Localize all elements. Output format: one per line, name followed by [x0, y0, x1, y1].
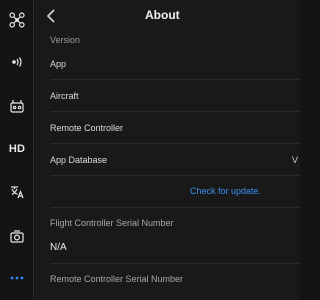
- divider: [50, 263, 300, 264]
- version-row-label: App: [50, 58, 67, 69]
- more-icon[interactable]: [0, 260, 34, 296]
- translate-icon[interactable]: [0, 174, 34, 210]
- flight-controller-serial-value: N/A: [50, 242, 67, 253]
- drone-icon[interactable]: [0, 2, 34, 38]
- remote-controller-icon[interactable]: [0, 88, 34, 124]
- signal-wave-icon[interactable]: [0, 44, 34, 80]
- version-row-label: Aircraft: [50, 90, 79, 101]
- page-title: About: [145, 8, 180, 22]
- version-row-app: App: [50, 48, 300, 80]
- check-for-update-link[interactable]: Check for update.: [190, 186, 261, 196]
- divider: [50, 207, 300, 208]
- version-section-label: Version: [50, 35, 81, 45]
- version-row-label: App Database: [50, 154, 108, 165]
- version-row-label: Remote Controller: [50, 122, 124, 133]
- flight-controller-serial-label: Flight Controller Serial Number: [50, 218, 174, 228]
- hd-label: HD: [8, 143, 26, 155]
- header: About: [35, 0, 300, 32]
- about-panel: About Version App Aircraft Remote Contro…: [35, 0, 300, 300]
- left-rail: HD: [0, 0, 34, 300]
- version-row-remote-controller: Remote Controller: [50, 112, 300, 144]
- version-row-app-database: App Database V: [50, 144, 300, 176]
- app-window: HD About Version App Aircraft Remote Con…: [0, 0, 300, 300]
- hd-button[interactable]: HD: [0, 131, 34, 167]
- camera-icon[interactable]: [0, 218, 34, 254]
- version-row-aircraft: Aircraft: [50, 80, 300, 112]
- version-row-value: V: [291, 154, 298, 165]
- remote-controller-serial-label: Remote Controller Serial Number: [50, 274, 184, 284]
